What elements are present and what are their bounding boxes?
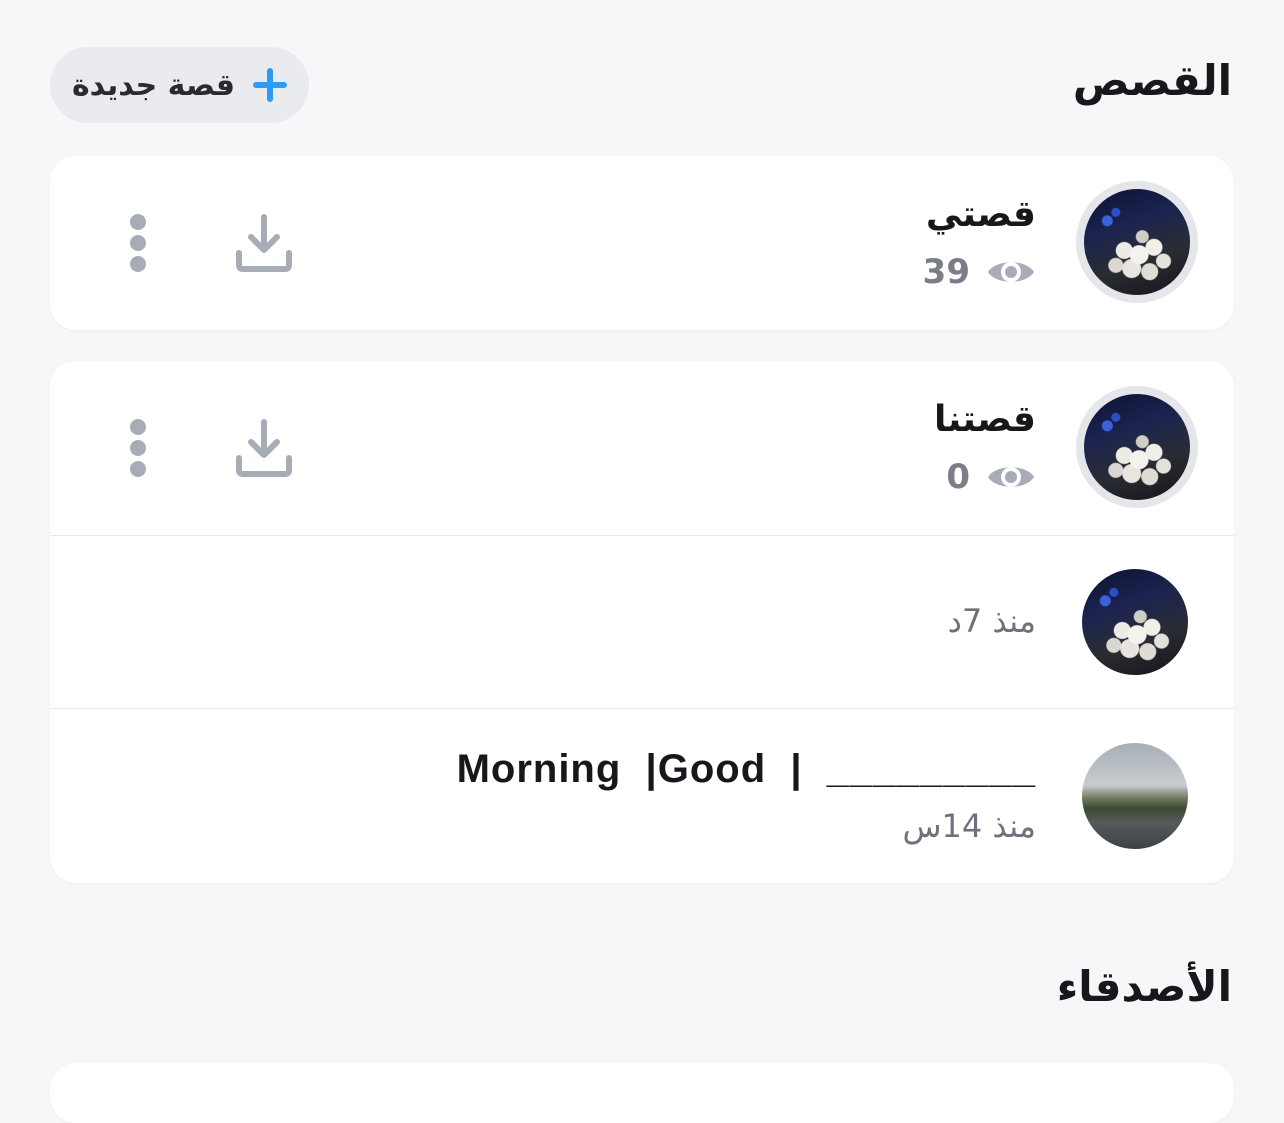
more-vertical-icon[interactable] [128, 214, 148, 274]
my-story-name: قصتي [925, 194, 1036, 235]
download-icon[interactable] [234, 418, 294, 478]
plus-icon [253, 68, 288, 102]
my-story-card[interactable]: قصتي 39 [50, 156, 1234, 330]
our-story-card: قصتنا 0 منذ 7د Morning |Good | _________… [50, 361, 1234, 883]
my-story-avatar-ring[interactable] [1076, 181, 1198, 303]
stories-section-title: القصص [1072, 56, 1232, 105]
my-story-views: 39 [923, 252, 1036, 292]
avatar [1084, 189, 1190, 295]
friends-card [50, 1063, 1234, 1123]
snap-thumbnail [1082, 569, 1188, 675]
our-story-avatar-ring[interactable] [1076, 386, 1198, 508]
snap-row[interactable]: Morning |Good | _________ منذ 14س [50, 709, 1234, 883]
snap-thumbnail [1082, 743, 1188, 849]
our-story-header-row[interactable]: قصتنا 0 [50, 361, 1234, 535]
friends-section-title: الأصدقاء [1056, 962, 1232, 1011]
new-story-button[interactable]: قصة جديدة [50, 47, 309, 123]
download-icon[interactable] [234, 213, 294, 273]
view-count: 39 [922, 252, 970, 292]
snap-time-ago: منذ 7د [947, 602, 1036, 640]
our-story-name: قصتنا [934, 399, 1036, 440]
eye-icon [988, 467, 1034, 487]
eye-icon [988, 262, 1034, 282]
new-story-label: قصة جديدة [71, 67, 236, 103]
view-count: 0 [946, 457, 970, 497]
snap-row[interactable]: منذ 7د [50, 536, 1234, 708]
snap-time-ago: منذ 14س [902, 807, 1036, 845]
avatar [1084, 394, 1190, 500]
more-vertical-icon[interactable] [128, 419, 148, 479]
our-story-views: 0 [946, 457, 1036, 497]
snap-caption: Morning |Good | _________ [456, 747, 1036, 791]
